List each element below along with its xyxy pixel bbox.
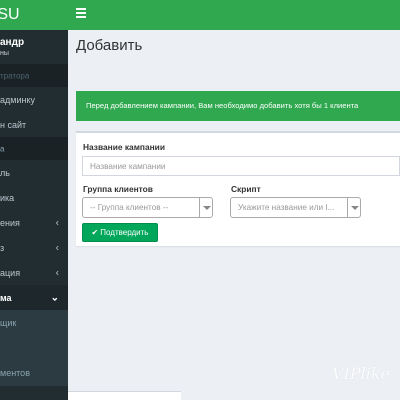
user-status: ны (0, 50, 9, 57)
page-title: Добавить (76, 37, 143, 54)
campaign-name-input[interactable] (82, 156, 400, 176)
app-logo[interactable]: 3.SU (0, 0, 68, 30)
sidebar-item-system[interactable]: ма ⌄ (0, 285, 68, 310)
campaign-name-label: Название кампании (83, 142, 165, 152)
user-name: андр (0, 37, 25, 48)
user-panel: андр ны (0, 30, 68, 64)
sidebar-subitem-dialer[interactable]: щик (0, 310, 68, 336)
sidebar-item-profile[interactable]: ль (0, 160, 68, 185)
sidebar: 3.SU андр ны тратора админку н сайт а ль… (0, 0, 68, 400)
sidebar-item-automation[interactable]: ация ‹ (0, 260, 68, 285)
sidebar-item-site[interactable]: н сайт (0, 112, 68, 137)
check-icon: ✔ (91, 228, 99, 237)
chevron-left-icon: ‹ (55, 242, 59, 253)
script-label: Скрипт (231, 184, 261, 194)
sidebar-item-admin-panel[interactable]: админку (0, 87, 68, 112)
dropdown-arrow-icon (347, 198, 360, 217)
sidebar-header-main: а (0, 137, 68, 160)
sidebar-subitem-clients[interactable]: ментов (0, 360, 68, 386)
sidebar-submenu-spacer (0, 336, 68, 360)
campaign-form-box: Название кампании Группа клиентов -- Гру… (76, 131, 400, 246)
hamburger-menu-icon[interactable] (76, 8, 86, 20)
top-navbar (68, 0, 400, 30)
client-group-label: Группа клиентов (83, 184, 153, 194)
script-select[interactable]: Укажите название или I... (230, 197, 361, 218)
sidebar-header-admin: тратора (0, 64, 68, 87)
dropdown-arrow-icon (199, 198, 212, 217)
info-alert: Перед добавлением кампании, Вам необходи… (76, 91, 400, 121)
sidebar-item-base[interactable]: з ‹ (0, 235, 68, 260)
chevron-left-icon: ‹ (55, 217, 59, 228)
footer (68, 391, 181, 400)
watermark-logo: VIPlike (332, 364, 391, 383)
confirm-button[interactable]: ✔ Подтвердить (82, 223, 158, 242)
chevron-left-icon: ‹ (55, 267, 59, 278)
sidebar-item-stats[interactable]: ика (0, 185, 68, 210)
sidebar-item-notifications[interactable]: ения ‹ (0, 210, 68, 235)
chevron-down-icon: ⌄ (50, 292, 59, 303)
main-content: Добавить Перед добавлением кампании, Вам… (68, 30, 400, 400)
client-group-select[interactable]: -- Группа клиентов -- (82, 197, 213, 218)
